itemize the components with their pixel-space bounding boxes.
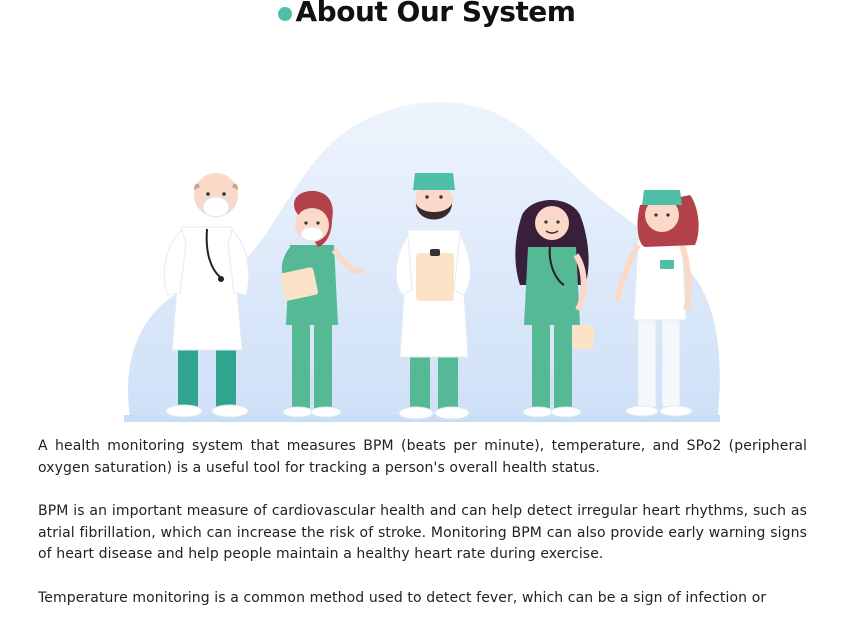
medical-staff-illustration-icon (120, 95, 725, 425)
heading-bullet-icon (277, 7, 292, 21)
section-heading: About Our System (0, 0, 853, 30)
paragraph-intro: A health monitoring system that measures… (38, 438, 807, 476)
paragraph-temperature: Temperature monitoring is a common metho… (38, 589, 767, 606)
about-text: A health monitoring system that measures… (38, 436, 807, 631)
page-title: About Our System (295, 0, 576, 28)
paragraph-bpm: BPM is an important measure of cardiovas… (38, 503, 807, 562)
